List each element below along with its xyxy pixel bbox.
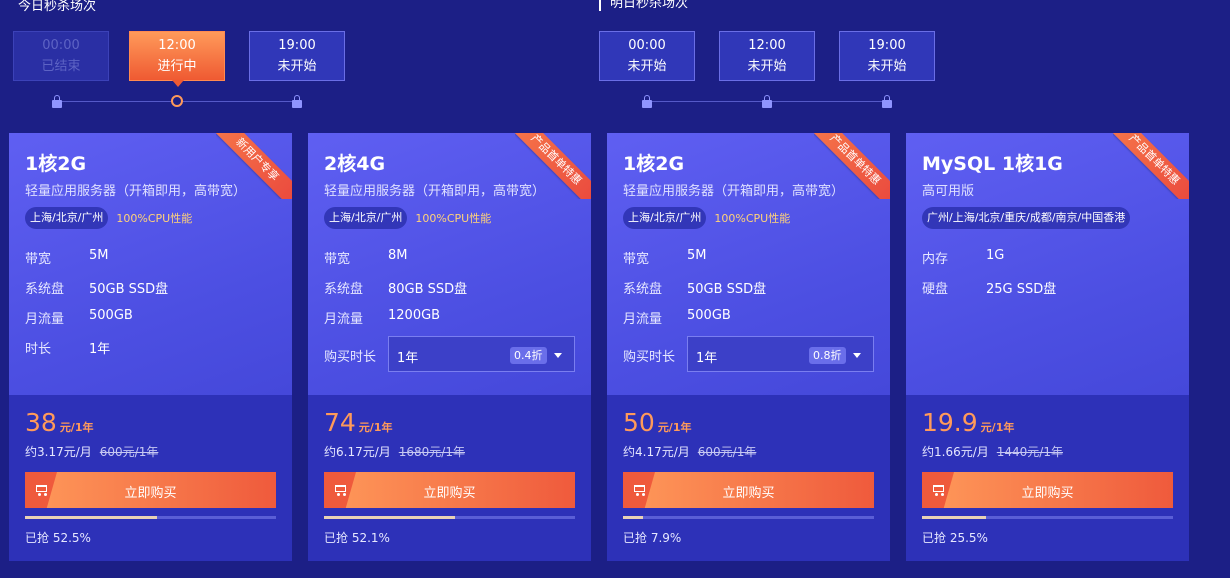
region-badge: 上海/北京/广州 <box>623 207 707 229</box>
spec-row: 硬盘 25G SSD盘 <box>922 282 1057 297</box>
slot-time: 00:00 <box>628 38 666 53</box>
current-slot-indicator-icon <box>171 95 183 107</box>
today-section-title: 今日秒杀场次 <box>18 0 97 14</box>
lock-icon <box>761 95 773 109</box>
card-title: 1核2G <box>25 153 87 175</box>
sold-percentage: 已抢 25.5% <box>922 531 988 545</box>
sold-progress-bar <box>922 516 1173 519</box>
card-tagline: 广州/上海/北京/重庆/成都/南京/中国香港 <box>922 207 1131 229</box>
slot-status: 未开始 <box>867 59 907 74</box>
sold-progress-bar <box>25 516 276 519</box>
duration-value: 1年 <box>397 351 419 366</box>
duration-select[interactable]: 1年 0.8折 <box>687 336 874 372</box>
card-monthly-price: 约4.17元/月 600元/1年 <box>623 445 757 459</box>
duration-value: 1年 <box>696 351 718 366</box>
card-subtitle: 轻量应用服务器（开箱即用，高带宽） <box>25 184 247 199</box>
tomorrow-section-title: 明日秒杀场次 <box>599 0 688 11</box>
spec-row: 月流量 1200GB <box>324 308 441 327</box>
cpu-badge: 100%CPU性能 <box>116 212 193 225</box>
original-price: 1440元/1年 <box>996 445 1063 459</box>
product-card-1: 新用户专享 1核2G 轻量应用服务器（开箱即用，高带宽） 上海/北京/广州 10… <box>9 133 292 561</box>
slot-time: 12:00 <box>158 38 196 53</box>
today-slot-0000[interactable]: 00:00 已结束 <box>13 31 109 81</box>
region-badge: 广州/上海/北京/重庆/成都/南京/中国香港 <box>922 207 1131 229</box>
spec-row: 系统盘 50GB SSD盘 <box>623 282 767 297</box>
spec-row: 月流量 500GB <box>25 308 133 327</box>
slot-status: 未开始 <box>747 59 787 74</box>
slot-status: 未开始 <box>627 59 667 74</box>
duration-select[interactable]: 1年 0.4折 <box>388 336 575 372</box>
sold-progress-bar <box>324 516 575 519</box>
product-card-2: 产品首单特惠 2核4G 轻量应用服务器（开箱即用，高带宽） 上海/北京/广州 1… <box>308 133 591 561</box>
product-card-4: 产品首单特惠 MySQL 1核1G 高可用版 广州/上海/北京/重庆/成都/南京… <box>906 133 1189 561</box>
slot-time: 00:00 <box>42 38 80 53</box>
chevron-down-icon <box>853 353 861 358</box>
today-slot-1900[interactable]: 19:00 未开始 <box>249 31 345 81</box>
card-price: 74 元/1年 <box>324 408 393 437</box>
card-monthly-price: 约6.17元/月 1680元/1年 <box>324 445 465 459</box>
duration-label: 购买时长 <box>324 350 377 365</box>
discount-badge: 0.4折 <box>510 347 547 364</box>
today-slot-1200[interactable]: 12:00 进行中 <box>129 31 225 87</box>
original-price: 600元/1年 <box>99 445 159 459</box>
cpu-badge: 100%CPU性能 <box>714 212 791 225</box>
slot-time: 19:00 <box>278 38 316 53</box>
buy-now-button[interactable]: 立即购买 <box>25 472 276 508</box>
buy-now-button[interactable]: 立即购买 <box>623 472 874 508</box>
spec-row: 系统盘 80GB SSD盘 <box>324 282 468 297</box>
card-subtitle: 轻量应用服务器（开箱即用，高带宽） <box>623 184 845 199</box>
spec-row: 带宽 5M <box>623 248 707 267</box>
spec-row: 带宽 5M <box>25 248 109 267</box>
lock-icon <box>641 95 653 109</box>
slot-time: 12:00 <box>748 38 786 53</box>
card-title: 1核2G <box>623 153 685 175</box>
region-badge: 上海/北京/广州 <box>25 207 109 229</box>
slot-status: 已结束 <box>41 59 81 74</box>
slot-status: 进行中 <box>157 59 197 74</box>
discount-badge: 0.8折 <box>809 347 846 364</box>
card-tagline: 上海/北京/广州 100%CPU性能 <box>324 207 491 229</box>
sold-progress-bar <box>623 516 874 519</box>
duration-label: 购买时长 <box>623 350 676 365</box>
lock-icon <box>51 95 63 109</box>
card-tagline: 上海/北京/广州 100%CPU性能 <box>623 207 790 229</box>
slot-status: 未开始 <box>277 59 317 74</box>
lock-icon <box>291 95 303 109</box>
promo-ribbon: 产品首单特惠 <box>1113 133 1189 199</box>
sold-percentage: 已抢 52.1% <box>324 531 390 545</box>
slot-time: 19:00 <box>868 38 906 53</box>
buy-now-button[interactable]: 立即购买 <box>324 472 575 508</box>
spec-row: 月流量 500GB <box>623 308 731 327</box>
card-title: MySQL 1核1G <box>922 153 1063 175</box>
spec-row: 内存 1G <box>922 248 1005 267</box>
spec-row: 带宽 8M <box>324 248 408 267</box>
card-title: 2核4G <box>324 153 386 175</box>
card-price: 19.9 元/1年 <box>922 408 1015 437</box>
lock-icon <box>881 95 893 109</box>
region-badge: 上海/北京/广州 <box>324 207 408 229</box>
card-tagline: 上海/北京/广州 100%CPU性能 <box>25 207 192 229</box>
card-price: 38 元/1年 <box>25 408 94 437</box>
card-subtitle: 轻量应用服务器（开箱即用，高带宽） <box>324 184 546 199</box>
product-card-3: 产品首单特惠 1核2G 轻量应用服务器（开箱即用，高带宽） 上海/北京/广州 1… <box>607 133 890 561</box>
original-price: 600元/1年 <box>697 445 757 459</box>
spec-row: 时长 1年 <box>25 342 111 357</box>
card-monthly-price: 约3.17元/月 600元/1年 <box>25 445 159 459</box>
buy-now-button[interactable]: 立即购买 <box>922 472 1173 508</box>
tomorrow-slot-1200[interactable]: 12:00 未开始 <box>719 31 815 81</box>
cpu-badge: 100%CPU性能 <box>415 212 492 225</box>
original-price: 1680元/1年 <box>398 445 465 459</box>
tomorrow-slot-1900[interactable]: 19:00 未开始 <box>839 31 935 81</box>
card-subtitle: 高可用版 <box>922 184 975 199</box>
card-monthly-price: 约1.66元/月 1440元/1年 <box>922 445 1063 459</box>
card-price: 50 元/1年 <box>623 408 692 437</box>
sold-percentage: 已抢 52.5% <box>25 531 91 545</box>
spec-row: 系统盘 50GB SSD盘 <box>25 282 169 297</box>
sold-percentage: 已抢 7.9% <box>623 531 682 545</box>
tomorrow-slot-0000[interactable]: 00:00 未开始 <box>599 31 695 81</box>
chevron-down-icon <box>554 353 562 358</box>
